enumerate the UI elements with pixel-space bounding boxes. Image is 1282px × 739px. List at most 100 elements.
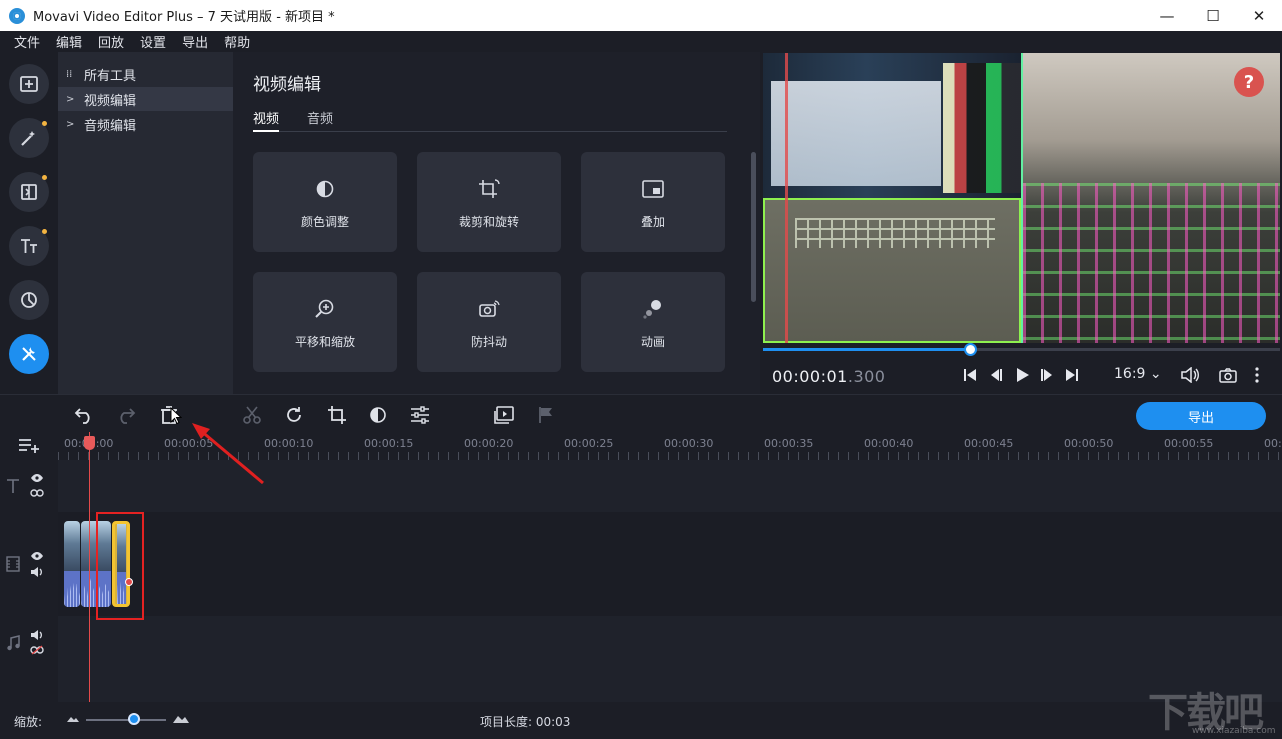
tab-audio[interactable]: 音频	[307, 108, 333, 127]
chevron-right-icon: >	[66, 93, 75, 105]
more-options-button[interactable]	[1254, 366, 1260, 384]
crop-button[interactable]	[326, 404, 348, 426]
tile-pan-zoom[interactable]: 平移和缩放	[253, 272, 397, 372]
ruler-tick-label: 00:00:05	[164, 437, 214, 450]
new-badge-dot	[42, 175, 47, 180]
zoom-label: 缩放:	[14, 715, 43, 729]
skip-start-icon	[964, 369, 976, 381]
progress-handle[interactable]	[963, 343, 977, 356]
tools-panel: 视频编辑 视频 音频 颜色调整 裁剪和旋转 叠加 平移和缩放 防抖动 动画	[233, 52, 760, 394]
export-button[interactable]: 导出	[1136, 402, 1266, 430]
track-mute-toggle[interactable]	[30, 566, 44, 578]
menu-export[interactable]: 导出	[182, 32, 208, 51]
tile-color-adjust[interactable]: 颜色调整	[253, 152, 397, 252]
volume-button[interactable]	[1181, 366, 1201, 384]
rail-titles-button[interactable]	[9, 226, 49, 266]
menu-playback[interactable]: 回放	[98, 32, 124, 51]
ruler-tick-label: 00:00:15	[364, 437, 414, 450]
zoom-slider-handle[interactable]	[128, 713, 140, 725]
speaker-icon	[31, 567, 42, 577]
zoom-slider[interactable]	[86, 719, 166, 721]
rail-stickers-button[interactable]	[9, 280, 49, 320]
track-link-toggle[interactable]	[30, 644, 44, 656]
chevron-down-icon: ⌄	[1149, 366, 1162, 382]
insert-icon	[494, 406, 514, 424]
video-track[interactable]	[58, 512, 1282, 616]
tile-animation[interactable]: 动画	[581, 272, 725, 372]
track-visibility-toggle[interactable]	[30, 472, 44, 484]
rail-tools-button[interactable]	[9, 334, 49, 374]
go-to-start-button[interactable]	[963, 366, 977, 384]
titles-icon	[21, 239, 37, 253]
track-link-toggle[interactable]	[30, 487, 44, 499]
redo-icon	[120, 408, 136, 424]
next-frame-button[interactable]	[1040, 366, 1054, 384]
video-clip[interactable]	[64, 521, 80, 607]
close-button[interactable]: ✕	[1236, 0, 1282, 31]
tree-item-audio-editing[interactable]: > 音频编辑	[58, 112, 233, 136]
previous-frame-button[interactable]	[989, 366, 1003, 384]
aspect-ratio-value: 16:9	[1114, 366, 1146, 382]
add-media-icon	[20, 76, 38, 92]
track-visibility-toggle[interactable]	[30, 550, 44, 562]
rotate-button[interactable]	[283, 404, 305, 426]
rail-filters-button[interactable]	[9, 118, 49, 158]
playhead-handle[interactable]	[84, 436, 95, 450]
tile-stabilize[interactable]: 防抖动	[417, 272, 561, 372]
animation-icon	[642, 295, 664, 323]
tile-label: 裁剪和旋转	[458, 214, 519, 229]
minimize-button[interactable]: —	[1144, 0, 1190, 31]
menu-settings[interactable]: 设置	[140, 32, 166, 51]
tile-overlay[interactable]: 叠加	[581, 152, 725, 252]
play-button[interactable]	[1014, 366, 1030, 384]
tab-video[interactable]: 视频	[253, 108, 280, 132]
aspect-ratio-dropdown[interactable]: 16:9 ⌄	[1114, 366, 1162, 382]
add-marker-button[interactable]	[535, 404, 557, 426]
add-track-button[interactable]	[17, 435, 41, 455]
video-frame-region	[763, 198, 1021, 343]
video-frame-region	[1021, 53, 1280, 343]
add-track-icon	[19, 439, 39, 453]
zoom-in-icon[interactable]	[172, 714, 190, 724]
timeline-track-headers	[0, 432, 58, 702]
go-to-end-button[interactable]	[1065, 366, 1079, 384]
time-ruler[interactable]: 00:00:0000:00:0500:00:1000:00:1500:00:20…	[58, 432, 1282, 460]
clip-thumbnail	[64, 521, 80, 571]
panel-title: 视频编辑	[253, 75, 321, 95]
title-track[interactable]	[58, 460, 1282, 512]
rail-import-button[interactable]	[9, 64, 49, 104]
help-button[interactable]: ?	[1234, 67, 1264, 97]
playhead[interactable]	[89, 432, 90, 702]
timecode-main: 00:00:01	[772, 367, 848, 386]
track-mute-toggle[interactable]	[30, 629, 44, 641]
snapshot-button[interactable]	[1219, 366, 1237, 384]
tree-item-all-tools[interactable]: ⁞⁞ 所有工具	[58, 62, 233, 86]
timeline[interactable]: 00:00:0000:00:0500:00:1000:00:1500:00:20…	[58, 432, 1282, 702]
tree-item-video-editing[interactable]: > 视频编辑	[58, 87, 233, 111]
playback-progress-bar[interactable]	[763, 343, 1280, 356]
crop-rotate-icon	[477, 175, 501, 203]
rail-transitions-button[interactable]	[9, 172, 49, 212]
zoom-out-icon[interactable]	[66, 715, 80, 723]
video-preview[interactable]: ?	[763, 53, 1280, 343]
redo-button[interactable]	[115, 404, 137, 426]
cut-button[interactable]	[241, 404, 263, 426]
menu-help[interactable]: 帮助	[224, 32, 250, 51]
insert-media-button[interactable]	[493, 404, 515, 426]
ruler-tick-label: 00:00:55	[1164, 437, 1214, 450]
tile-label: 叠加	[640, 214, 665, 229]
clip-properties-button[interactable]	[409, 404, 431, 426]
undo-button[interactable]	[73, 404, 95, 426]
color-adjust-button[interactable]	[367, 404, 389, 426]
tools-scrollbar[interactable]	[751, 152, 756, 302]
menu-file[interactable]: 文件	[14, 32, 40, 51]
maximize-button[interactable]: ☐	[1190, 0, 1236, 31]
grid-icon: ⁞⁞	[66, 68, 73, 80]
audio-track[interactable]	[58, 616, 1282, 702]
tile-crop-rotate[interactable]: 裁剪和旋转	[417, 152, 561, 252]
menu-edit[interactable]: 编辑	[56, 32, 82, 51]
ruler-tick-label: 00:00:40	[864, 437, 914, 450]
overlay-icon	[642, 175, 664, 203]
clock-pie-icon	[21, 292, 37, 308]
tree-item-label: 音频编辑	[84, 118, 137, 134]
